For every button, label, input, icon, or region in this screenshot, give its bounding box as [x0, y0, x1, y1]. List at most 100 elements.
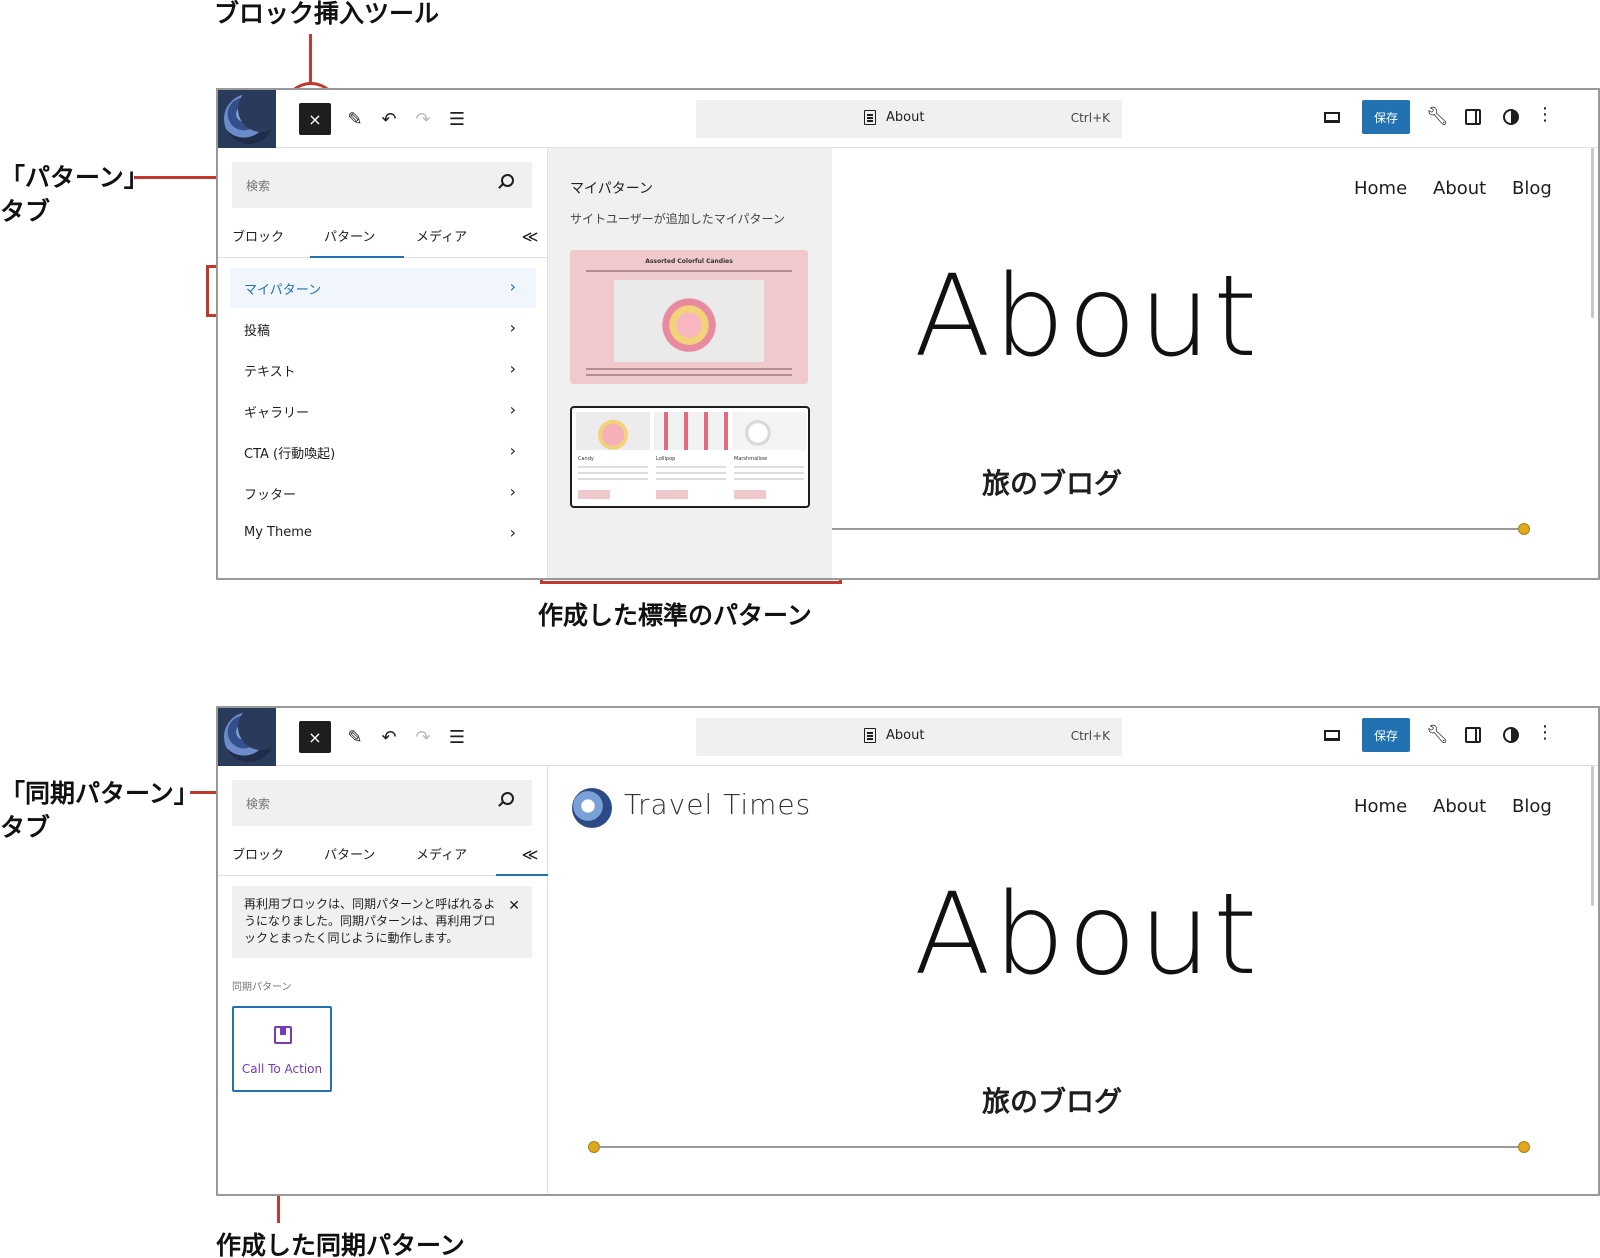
site-title[interactable]: Travel Times [624, 788, 811, 821]
blog-heading[interactable]: 旅のブログ [982, 1080, 1122, 1120]
callout-line-inserter [309, 34, 312, 84]
editor-window-patterns: × ✎ ↶ ↷ ☰ About Ctrl+K 保存 🔧︎ ⋮ 検索 ブロック パ… [216, 88, 1600, 580]
command-palette-bar[interactable]: About Ctrl+K [696, 718, 1122, 756]
command-palette-bar[interactable]: About Ctrl+K [696, 100, 1122, 138]
styles-contrast-icon[interactable] [1503, 727, 1519, 743]
category-my-theme[interactable]: My Theme › [230, 514, 536, 554]
text-placeholder [656, 478, 726, 480]
blog-heading[interactable]: 旅のブログ [982, 462, 1122, 502]
pen-tool-icon[interactable]: ✎ [340, 104, 370, 134]
search-input[interactable]: 検索 [232, 780, 532, 826]
callout-synced-pattern: 作成した同期パターン [216, 1231, 465, 1258]
text-placeholder [586, 374, 792, 376]
styles-contrast-icon[interactable] [1503, 109, 1519, 125]
wrench-icon[interactable]: 🔧︎ [1426, 724, 1449, 745]
settings-panel-icon[interactable] [1465, 727, 1481, 743]
synced-patterns-tab-icon[interactable]: ≪ [518, 842, 542, 866]
pen-tool-icon[interactable]: ✎ [340, 722, 370, 752]
chevron-right-icon: › [509, 441, 516, 460]
tab-media[interactable]: メディア [416, 226, 467, 245]
wrench-icon[interactable]: 🔧︎ [1426, 106, 1449, 127]
site-logo[interactable] [218, 90, 276, 148]
save-button[interactable]: 保存 [1362, 100, 1410, 134]
scrollbar[interactable] [1591, 148, 1594, 318]
text-placeholder [586, 270, 792, 272]
inserter-close-button[interactable]: × [299, 721, 331, 753]
tab-patterns[interactable]: パターン [324, 226, 375, 245]
scrollbar[interactable] [1591, 766, 1594, 906]
device-preview-icon[interactable] [1324, 730, 1340, 741]
category-label: My Theme [244, 525, 312, 540]
site-logo[interactable] [218, 708, 276, 766]
search-placeholder: 検索 [246, 797, 271, 811]
editor-toolbar: × ✎ ↶ ↷ ☰ About Ctrl+K 保存 🔧︎ ⋮ [218, 90, 1598, 148]
page-title[interactable]: About [914, 870, 1260, 1000]
candy-image [576, 412, 650, 450]
read-more-button [734, 490, 766, 499]
category-text[interactable]: テキスト › [230, 350, 536, 390]
category-cta[interactable]: CTA (行動喚起) › [230, 432, 536, 472]
nav-blog[interactable]: Blog [1512, 178, 1552, 199]
callout-standard-patterns: 作成した標準のパターン [538, 601, 812, 630]
tab-media[interactable]: メディア [416, 844, 467, 863]
category-gallery[interactable]: ギャラリー › [230, 391, 536, 431]
brand-logo[interactable] [572, 788, 612, 828]
search-input[interactable]: 検索 [232, 162, 532, 208]
category-posts[interactable]: 投稿 › [230, 309, 536, 349]
tab-synced-indicator [496, 874, 548, 876]
inserter-close-button[interactable]: × [299, 103, 331, 135]
tab-blocks[interactable]: ブロック [232, 226, 284, 245]
column-marshmallow: Marshmallow [732, 412, 806, 504]
pattern-card-title: Assorted Colorful Candies [645, 258, 733, 265]
category-my-patterns[interactable]: マイパターン › [230, 268, 536, 308]
inserter-tabs: ブロック パターン メディア ≪ [218, 216, 548, 258]
chevron-right-icon: › [509, 482, 516, 501]
page-title[interactable]: About [914, 252, 1260, 382]
list-view-icon[interactable]: ☰ [442, 104, 472, 134]
category-label: マイパターン [244, 283, 322, 298]
search-icon[interactable] [501, 792, 514, 805]
list-view-icon[interactable]: ☰ [442, 722, 472, 752]
block-inserter-panel: 検索 ブロック パターン メディア ≪ 再利用ブロックは、同期パターンと呼ばれる… [218, 766, 548, 1194]
close-icon[interactable]: ✕ [508, 898, 520, 914]
more-options-icon[interactable]: ⋮ [1536, 104, 1554, 125]
nav-about[interactable]: About [1433, 178, 1486, 199]
text-placeholder [578, 466, 648, 468]
synced-pattern-label: Call To Action [241, 1062, 323, 1076]
column-name: Marshmallow [734, 456, 768, 462]
preview-title: マイパターン [570, 181, 654, 197]
pattern-preview-panel: マイパターン サイトユーザーが追加したマイパターン Assorted Color… [548, 148, 832, 578]
editor-window-synced: × ✎ ↶ ↷ ☰ About Ctrl+K 保存 🔧︎ ⋮ 検索 ブロック パ… [216, 706, 1600, 1196]
synced-pattern-card[interactable]: Call To Action [232, 1006, 332, 1092]
text-placeholder [734, 472, 804, 474]
synced-patterns-tab-icon[interactable]: ≪ [518, 224, 542, 248]
redo-icon[interactable]: ↷ [408, 722, 438, 752]
command-title: About [886, 110, 925, 125]
pattern-card-columns[interactable]: Candy Lollipop Marshmallow [570, 406, 810, 508]
chevron-right-icon: › [509, 400, 516, 419]
nav-about[interactable]: About [1433, 796, 1486, 817]
separator-line [832, 528, 1524, 530]
tab-patterns[interactable]: パターン [324, 844, 375, 863]
nav-home[interactable]: Home [1354, 796, 1407, 817]
column-name: Lollipop [656, 456, 676, 462]
more-options-icon[interactable]: ⋮ [1536, 722, 1554, 743]
nav-blog[interactable]: Blog [1512, 796, 1552, 817]
candy-jar-image [614, 280, 764, 362]
undo-icon[interactable]: ↶ [374, 104, 404, 134]
text-placeholder [578, 478, 648, 480]
settings-panel-icon[interactable] [1465, 109, 1481, 125]
nav-home[interactable]: Home [1354, 178, 1407, 199]
category-footer[interactable]: フッター › [230, 473, 536, 513]
pattern-card-candies[interactable]: Assorted Colorful Candies [570, 250, 808, 384]
undo-icon[interactable]: ↶ [374, 722, 404, 752]
column-lollipop: Lollipop [654, 412, 728, 504]
command-shortcut: Ctrl+K [1070, 729, 1110, 743]
search-icon[interactable] [501, 174, 514, 187]
device-preview-icon[interactable] [1324, 112, 1340, 123]
save-button[interactable]: 保存 [1362, 718, 1410, 752]
separator-dot [1518, 523, 1530, 535]
redo-icon[interactable]: ↷ [408, 104, 438, 134]
tab-blocks[interactable]: ブロック [232, 844, 284, 863]
callout-patterns-tab-2: タブ [0, 197, 51, 226]
